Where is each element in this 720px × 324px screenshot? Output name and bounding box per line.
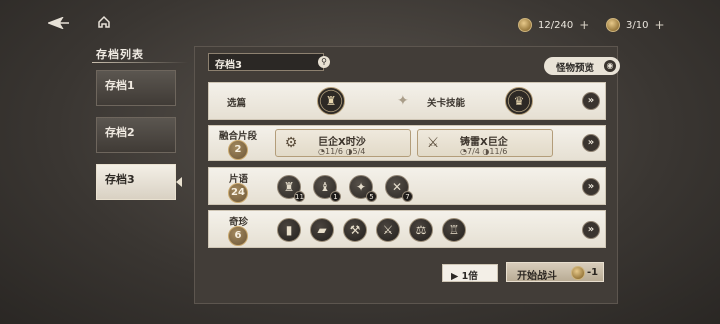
relic-1-icon[interactable]: ▮ [277, 218, 301, 242]
save-slot-2-label: 存档2 [105, 126, 135, 139]
phrase-gem-3-count: 5 [366, 191, 377, 202]
fusion-card-1-stats: ◔11/6 ◑5/4 [318, 147, 366, 156]
save-header-title: 存档3 [215, 60, 242, 71]
coin-icon [518, 18, 532, 32]
fusion-card-2[interactable]: ⚔ 铸雷X巨企 ◔7/4 ◑11/6 [417, 129, 553, 157]
fusion-go-button[interactable]: » [582, 134, 600, 152]
fusion-card-2-title: 铸雷X巨企 [460, 137, 508, 148]
start-battle-label: 开始战斗 [517, 271, 557, 282]
phrase-gem-4[interactable]: ✕ 7 [385, 175, 413, 202]
resource-2-plus-button[interactable]: + [654, 18, 664, 32]
monster-preview-button[interactable]: 怪物预览 ◉ [544, 57, 620, 75]
home-icon[interactable] [97, 15, 111, 32]
stat-icon: ◔ [318, 147, 325, 156]
phrase-gem-1[interactable]: ♜ 11 [277, 175, 305, 202]
resource-1-plus-button[interactable]: + [579, 18, 589, 32]
phrase-count-badge: 24 [228, 183, 248, 203]
chapter-label: 选篇 [227, 98, 247, 109]
phrase-gem-4-count: 7 [402, 191, 413, 202]
monster-preview-label: 怪物预览 [556, 63, 595, 74]
pin-icon: ⚲ [318, 56, 330, 68]
fusion-card-1[interactable]: ⚙ 巨企X时沙 ◔11/6 ◑5/4 [275, 129, 411, 157]
chapter-row: 选篇 ♜ ✦ 关卡技能 ♛ » [208, 82, 606, 120]
chapter-go-button[interactable]: » [582, 92, 600, 110]
phrase-gem-3[interactable]: ✦ 5 [349, 175, 377, 202]
treasure-go-button[interactable]: » [582, 221, 600, 239]
relic-4-icon[interactable]: ⚔ [376, 218, 400, 242]
crosshair-divider-icon: ✦ [397, 93, 409, 109]
save-slot-2[interactable]: 存档2 [96, 117, 176, 153]
back-arrow-icon[interactable] [46, 16, 70, 32]
start-battle-cost: -1 [587, 267, 599, 278]
relic-6-icon[interactable]: ♖ [442, 218, 466, 242]
save-slot-3[interactable]: 存档3 [96, 164, 176, 200]
token-icon [606, 18, 620, 32]
phrase-row: 片语 24 ♜ 11 ♝ 1 ✦ 5 ✕ 7 » [208, 167, 606, 205]
phrase-gem-2[interactable]: ♝ 1 [313, 175, 341, 202]
resource-1-value: 12/240 [538, 19, 574, 31]
stamina-icon [571, 266, 585, 280]
selected-slot-arrow-icon [176, 177, 182, 187]
resource-counter-1: 12/240 + [518, 18, 589, 32]
stage-skill-label: 关卡技能 [427, 98, 466, 109]
stat-icon: ◔ [460, 147, 467, 156]
speed-toggle-button[interactable]: ▶ 1倍 [442, 264, 498, 282]
relic-5-icon[interactable]: ⚖ [409, 218, 433, 242]
save-slot-1-label: 存档1 [105, 79, 135, 92]
start-battle-button[interactable]: 开始战斗 -1 [506, 262, 604, 282]
fusion-card-1-title: 巨企X时沙 [318, 137, 366, 148]
treasure-row: 奇珍 6 ▮ ▰ ⚒ ⚔ ⚖ ♖ » [208, 210, 606, 248]
fusion-card-2-stats: ◔7/4 ◑11/6 [460, 147, 508, 156]
fusion-row: 融合片段 2 ⚙ 巨企X时沙 ◔11/6 ◑5/4 ⚔ 铸雷X巨企 ◔7/4 ◑… [208, 125, 606, 161]
magnifier-icon: ◉ [604, 60, 616, 72]
sidebar-divider [92, 62, 188, 63]
fusion-card-2-icon: ⚔ [426, 135, 440, 151]
save-header-tab: 存档3 ⚲ [208, 53, 330, 71]
treasure-count-badge: 6 [228, 226, 248, 246]
fusion-card-1-icon: ⚙ [284, 135, 298, 151]
stage-skill-emblem-icon[interactable]: ♛ [505, 87, 533, 115]
phrase-gem-1-count: 11 [294, 191, 305, 202]
sidebar-title: 存档列表 [96, 48, 144, 61]
relic-2-icon[interactable]: ▰ [310, 218, 334, 242]
save-slot-3-label: 存档3 [105, 173, 135, 186]
speed-label: 1倍 [461, 271, 478, 282]
play-icon: ▶ [451, 271, 462, 282]
save-slot-1[interactable]: 存档1 [96, 70, 176, 106]
fusion-count-badge: 2 [228, 140, 248, 160]
resource-counter-2: 3/10 + [606, 18, 665, 32]
phrase-go-button[interactable]: » [582, 178, 600, 196]
relic-3-icon[interactable]: ⚒ [343, 218, 367, 242]
phrase-gem-2-count: 1 [330, 191, 341, 202]
resource-2-value: 3/10 [626, 19, 649, 31]
chapter-emblem-icon[interactable]: ♜ [317, 87, 345, 115]
